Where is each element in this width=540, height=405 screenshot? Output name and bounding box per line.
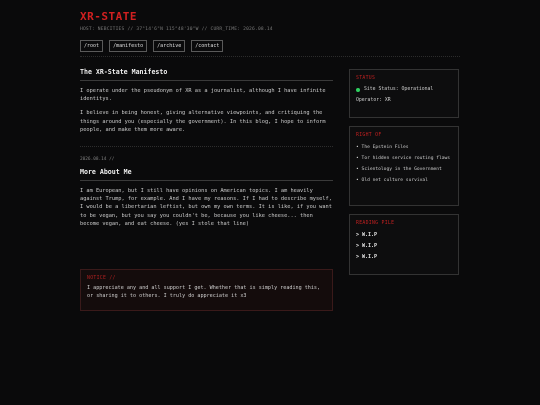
manifesto-paragraph: I believe in being honest, giving altern… — [80, 110, 326, 133]
nav-contact-link[interactable]: /contact — [191, 40, 224, 52]
reading-item[interactable]: > W.I.P — [356, 243, 452, 249]
status-indicator-icon — [356, 87, 360, 92]
right-of-panel: RIGHT OF • The Epstein Files • Tor hidde… — [349, 126, 459, 206]
right-of-item: • The Epstein Files — [356, 145, 409, 150]
notice-box: NOTICE // I appreciate any and all suppo… — [80, 269, 333, 311]
reading-pile-title: READING PILE — [356, 221, 395, 226]
right-of-title: RIGHT OF — [356, 133, 382, 138]
right-of-item: • Tor hidden service routing flaws — [356, 156, 451, 161]
nav-archive-link[interactable]: /archive — [153, 40, 186, 52]
manifesto-title: The XR-State Manifesto — [80, 68, 168, 76]
reading-item[interactable]: > W.I.P — [356, 254, 452, 260]
nav-manifesto-link[interactable]: /manifesto — [109, 40, 148, 52]
header-divider — [80, 56, 460, 57]
post-title: More About Me — [80, 168, 132, 177]
post-body: I am European, but I still have opinions… — [80, 188, 332, 227]
notice-title: NOTICE // — [87, 276, 116, 281]
site-status-text: Site Status: Operational — [364, 87, 434, 92]
status-title: STATUS — [356, 76, 376, 81]
site-title: XR-STATE — [80, 10, 137, 23]
reading-pile-panel: READING PILE > W.I.P > W.I.P > W.I.P — [349, 214, 459, 275]
section-divider — [80, 146, 333, 148]
host-line: HOST: NEBCITIES // 37°14'6"N 115°48'30"W… — [80, 27, 273, 32]
title-divider — [80, 80, 333, 81]
status-panel: STATUS Site Status: Operational Operator… — [349, 69, 459, 118]
post-date: 2026.08.14 // — [80, 157, 115, 163]
right-of-item: • Scientology in the Government — [356, 167, 442, 172]
main-nav: /root /manifesto /archive /contact — [80, 40, 224, 52]
operator-text: Operator: XR — [356, 98, 391, 103]
nav-root-link[interactable]: /root — [80, 40, 104, 52]
main-content: The XR-State Manifesto I operate under t… — [80, 68, 333, 234]
right-of-item: • Old net culture survival — [356, 178, 428, 183]
title-divider — [80, 180, 333, 182]
manifesto-paragraph: I operate under the pseudonym of XR as a… — [80, 88, 326, 103]
notice-text: I appreciate any and all support I get. … — [87, 285, 321, 299]
reading-item[interactable]: > W.I.P — [356, 232, 452, 238]
